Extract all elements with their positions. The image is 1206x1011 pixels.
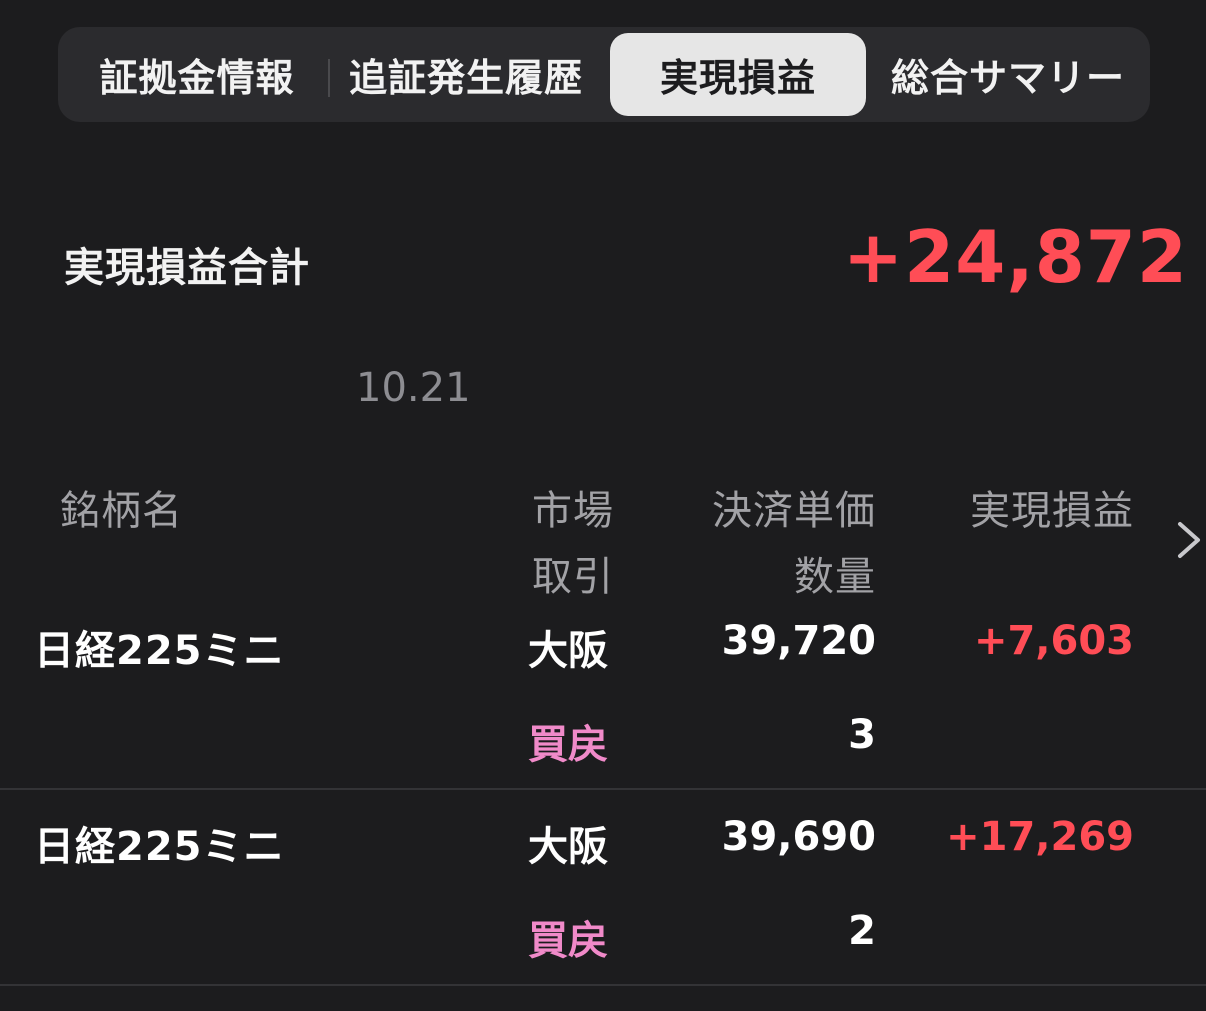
tab-margin-call-history[interactable]: 追証発生履歴 bbox=[336, 33, 596, 116]
row-trade-type: 買戻 bbox=[528, 722, 608, 768]
date-label: 10.21 bbox=[356, 365, 471, 411]
row-name: 日経225ミニ bbox=[34, 628, 285, 674]
row-quantity: 3 bbox=[848, 712, 876, 758]
row-divider bbox=[0, 984, 1206, 986]
row-price: 39,720 bbox=[721, 618, 876, 664]
header-name: 銘柄名 bbox=[60, 488, 183, 534]
tab-divider bbox=[328, 59, 330, 97]
realized-pl-total-value: +24,872 bbox=[842, 215, 1188, 299]
row-market: 大阪 bbox=[528, 824, 608, 870]
chevron-right-icon[interactable] bbox=[1172, 518, 1206, 562]
row-trade-type: 買戻 bbox=[528, 918, 608, 964]
row-realized-pl: +17,269 bbox=[946, 814, 1134, 860]
row-quantity: 2 bbox=[848, 908, 876, 954]
realized-pl-total-label: 実現損益合計 bbox=[64, 245, 310, 291]
row-name: 日経225ミニ bbox=[34, 824, 285, 870]
tab-bar: 証拠金情報 追証発生履歴 実現損益 総合サマリー bbox=[58, 27, 1150, 122]
header-market: 市場 bbox=[532, 488, 614, 534]
header-realized-pl: 実現損益 bbox=[970, 488, 1134, 534]
header-quantity: 数量 bbox=[794, 554, 876, 600]
row-market: 大阪 bbox=[528, 628, 608, 674]
header-trade: 取引 bbox=[532, 554, 614, 600]
tab-realized-pl[interactable]: 実現損益 bbox=[610, 33, 866, 116]
tab-overall-summary[interactable]: 総合サマリー bbox=[878, 33, 1138, 116]
tab-margin-info[interactable]: 証拠金情報 bbox=[72, 33, 322, 116]
row-divider bbox=[0, 788, 1206, 790]
header-price: 決済単価 bbox=[712, 488, 876, 534]
row-realized-pl: +7,603 bbox=[973, 618, 1134, 664]
row-price: 39,690 bbox=[721, 814, 876, 860]
